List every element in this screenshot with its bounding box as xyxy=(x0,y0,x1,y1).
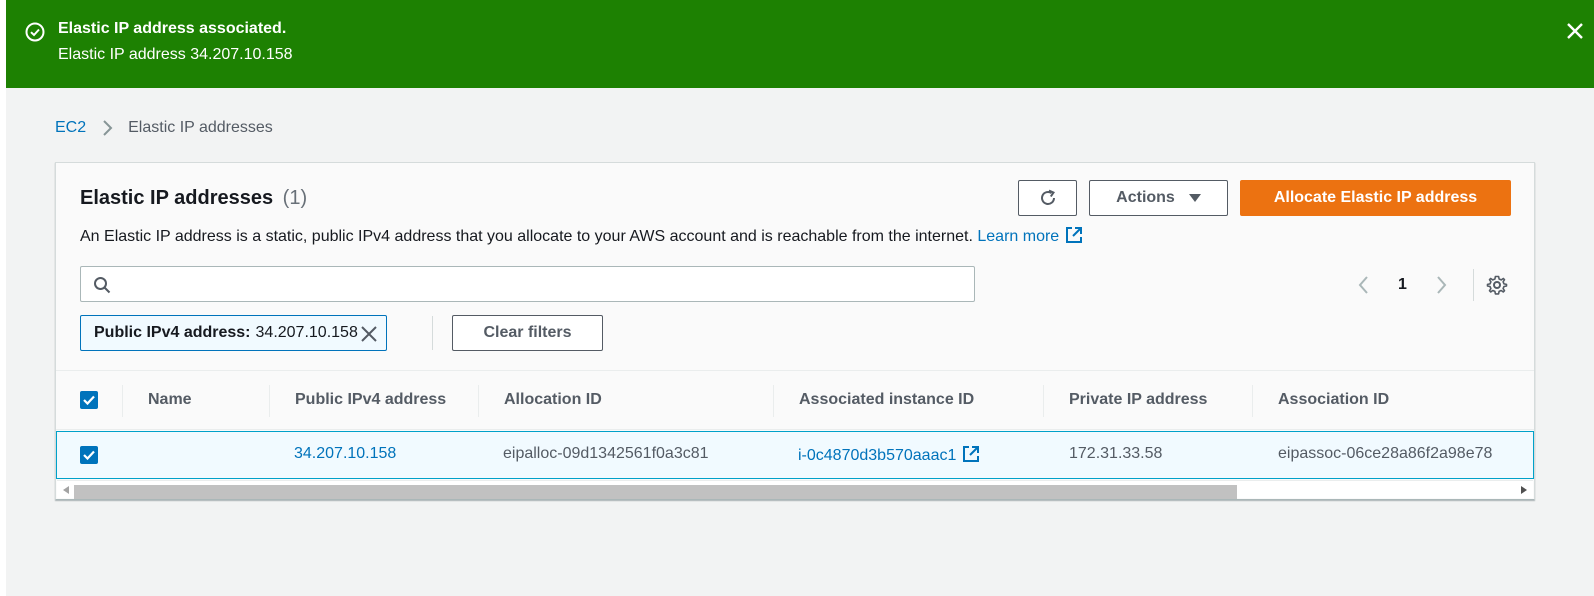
page-number[interactable]: 1 xyxy=(1398,276,1407,294)
external-link-icon[interactable] xyxy=(962,445,980,463)
allocate-elastic-ip-button[interactable]: Allocate Elastic IP address xyxy=(1240,180,1511,216)
column-separator xyxy=(269,385,270,417)
actions-label: Actions xyxy=(1116,189,1175,206)
column-header-private-ip[interactable]: Private IP address xyxy=(1069,391,1207,409)
search-input[interactable] xyxy=(121,267,961,301)
breadcrumb: EC2 Elastic IP addresses xyxy=(55,119,273,137)
checkmark-icon xyxy=(83,395,95,406)
column-header-association-id[interactable]: Association ID xyxy=(1278,391,1389,409)
search-icon xyxy=(94,277,111,294)
chevron-right-icon xyxy=(103,120,113,136)
panel-description: An Elastic IP address is a static, publi… xyxy=(80,226,1083,246)
instance-id-link[interactable]: i-0c4870d3b570aaac1 xyxy=(798,447,956,464)
actions-dropdown-button[interactable]: Actions xyxy=(1089,180,1228,216)
refresh-button[interactable] xyxy=(1018,180,1077,216)
scroll-left-arrow-icon[interactable] xyxy=(63,486,69,494)
breadcrumb-ec2-link[interactable]: EC2 xyxy=(55,119,86,137)
panel-title-count: (1) xyxy=(282,187,308,209)
flash-message: Elastic IP address 34.207.10.158 xyxy=(58,46,293,63)
cell-association-id: eipassoc-06ce28a86f2a98e78 xyxy=(1278,445,1493,462)
scrollbar-thumb[interactable] xyxy=(74,485,1237,499)
close-icon[interactable] xyxy=(1564,20,1586,42)
next-page-icon[interactable] xyxy=(1433,274,1449,296)
filter-token-key: Public IPv4 address: xyxy=(94,324,251,341)
cell-instance-id[interactable]: i-0c4870d3b570aaac1 xyxy=(798,445,980,465)
gear-icon[interactable] xyxy=(1486,274,1508,296)
elastic-ip-table: Name Public IPv4 address Allocation ID A… xyxy=(56,370,1534,500)
flash-title: Elastic IP address associated. xyxy=(58,20,287,37)
previous-page-icon[interactable] xyxy=(1356,274,1372,296)
page-title: Elastic IP addresses (1) xyxy=(80,187,307,210)
column-separator xyxy=(1043,385,1044,417)
cell-allocation-id: eipalloc-09d1342561f0a3c81 xyxy=(503,445,709,462)
page-left-edge xyxy=(0,0,6,596)
caret-down-icon xyxy=(1188,194,1201,202)
table-header: Name Public IPv4 address Allocation ID A… xyxy=(56,370,1534,430)
refresh-icon xyxy=(1040,189,1055,205)
scroll-right-arrow-icon[interactable] xyxy=(1521,486,1527,494)
filter-divider xyxy=(432,316,433,350)
row-checkbox[interactable] xyxy=(80,446,98,464)
breadcrumb-current: Elastic IP addresses xyxy=(128,119,273,136)
cell-private-ip: 172.31.33.58 xyxy=(1069,445,1163,462)
pagination: 1 xyxy=(1356,269,1474,301)
horizontal-scrollbar[interactable] xyxy=(57,480,1533,499)
column-header-name[interactable]: Name xyxy=(148,391,192,409)
column-separator xyxy=(122,385,123,417)
cell-public-ip-link[interactable]: 34.207.10.158 xyxy=(294,445,396,463)
column-header-public-ipv4[interactable]: Public IPv4 address xyxy=(295,391,446,409)
success-flash-banner: Elastic IP address associated. Elastic I… xyxy=(6,0,1594,88)
filter-token-value: 34.207.10.158 xyxy=(255,324,358,341)
panel-title-text: Elastic IP addresses xyxy=(80,187,274,209)
learn-more-link[interactable]: Learn more xyxy=(977,228,1059,245)
column-separator xyxy=(1252,385,1253,417)
column-header-instance-id[interactable]: Associated instance ID xyxy=(799,391,974,409)
pager-divider xyxy=(1472,269,1474,301)
table-row[interactable]: 34.207.10.158 eipalloc-09d1342561f0a3c81… xyxy=(56,431,1534,479)
column-header-allocation-id[interactable]: Allocation ID xyxy=(504,391,602,409)
column-separator xyxy=(478,385,479,417)
search-field[interactable] xyxy=(80,266,975,302)
filter-token: Public IPv4 address: 34.207.10.158 xyxy=(80,315,387,351)
column-separator xyxy=(773,385,774,417)
clear-filters-button[interactable]: Clear filters xyxy=(452,315,603,351)
checkmark-icon xyxy=(83,450,95,461)
description-text: An Elastic IP address is a static, publi… xyxy=(80,228,973,245)
elastic-ip-table-panel: Elastic IP addresses (1) Actions Allocat… xyxy=(55,162,1535,500)
check-circle-icon xyxy=(25,22,45,42)
remove-filter-icon[interactable] xyxy=(360,325,378,343)
select-all-checkbox[interactable] xyxy=(80,391,98,409)
external-link-icon[interactable] xyxy=(1065,226,1083,244)
